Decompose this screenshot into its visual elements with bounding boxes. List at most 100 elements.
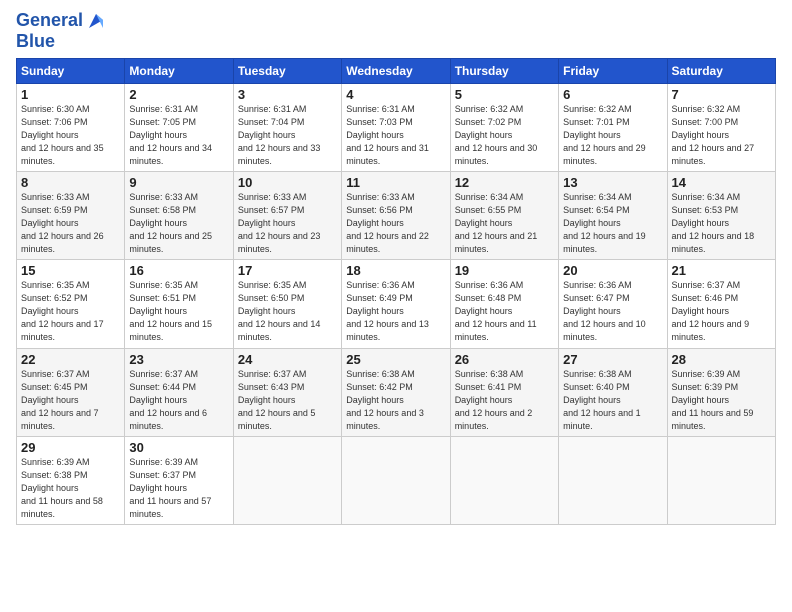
day-info: Sunrise: 6:33 AMSunset: 6:59 PMDaylight … bbox=[21, 192, 104, 254]
day-info: Sunrise: 6:31 AMSunset: 7:04 PMDaylight … bbox=[238, 104, 321, 166]
day-info: Sunrise: 6:31 AMSunset: 7:03 PMDaylight … bbox=[346, 104, 429, 166]
day-info: Sunrise: 6:34 AMSunset: 6:55 PMDaylight … bbox=[455, 192, 538, 254]
day-number: 12 bbox=[455, 175, 554, 190]
weekday-header-cell: Thursday bbox=[450, 58, 558, 83]
day-info: Sunrise: 6:33 AMSunset: 6:57 PMDaylight … bbox=[238, 192, 321, 254]
weekday-header-cell: Saturday bbox=[667, 58, 775, 83]
calendar-day-cell: 27 Sunrise: 6:38 AMSunset: 6:40 PMDaylig… bbox=[559, 348, 667, 436]
calendar-day-cell: 8 Sunrise: 6:33 AMSunset: 6:59 PMDayligh… bbox=[17, 172, 125, 260]
calendar-day-cell: 15 Sunrise: 6:35 AMSunset: 6:52 PMDaylig… bbox=[17, 260, 125, 348]
calendar-day-cell: 18 Sunrise: 6:36 AMSunset: 6:49 PMDaylig… bbox=[342, 260, 450, 348]
calendar-day-cell: 17 Sunrise: 6:35 AMSunset: 6:50 PMDaylig… bbox=[233, 260, 341, 348]
calendar-day-cell: 10 Sunrise: 6:33 AMSunset: 6:57 PMDaylig… bbox=[233, 172, 341, 260]
day-number: 25 bbox=[346, 352, 445, 367]
day-info: Sunrise: 6:37 AMSunset: 6:45 PMDaylight … bbox=[21, 369, 99, 431]
day-number: 1 bbox=[21, 87, 120, 102]
day-number: 9 bbox=[129, 175, 228, 190]
calendar-day-cell: 7 Sunrise: 6:32 AMSunset: 7:00 PMDayligh… bbox=[667, 83, 775, 171]
calendar-day-cell: 3 Sunrise: 6:31 AMSunset: 7:04 PMDayligh… bbox=[233, 83, 341, 171]
calendar-day-cell: 26 Sunrise: 6:38 AMSunset: 6:41 PMDaylig… bbox=[450, 348, 558, 436]
calendar-day-cell bbox=[342, 436, 450, 524]
calendar-day-cell: 12 Sunrise: 6:34 AMSunset: 6:55 PMDaylig… bbox=[450, 172, 558, 260]
day-info: Sunrise: 6:34 AMSunset: 6:54 PMDaylight … bbox=[563, 192, 646, 254]
page-header: General Blue bbox=[16, 10, 776, 52]
calendar-week-row: 8 Sunrise: 6:33 AMSunset: 6:59 PMDayligh… bbox=[17, 172, 776, 260]
calendar-week-row: 15 Sunrise: 6:35 AMSunset: 6:52 PMDaylig… bbox=[17, 260, 776, 348]
day-number: 6 bbox=[563, 87, 662, 102]
calendar-day-cell: 30 Sunrise: 6:39 AMSunset: 6:37 PMDaylig… bbox=[125, 436, 233, 524]
weekday-header-cell: Tuesday bbox=[233, 58, 341, 83]
day-number: 8 bbox=[21, 175, 120, 190]
calendar-day-cell: 1 Sunrise: 6:30 AMSunset: 7:06 PMDayligh… bbox=[17, 83, 125, 171]
calendar-day-cell bbox=[233, 436, 341, 524]
calendar-day-cell: 9 Sunrise: 6:33 AMSunset: 6:58 PMDayligh… bbox=[125, 172, 233, 260]
day-info: Sunrise: 6:32 AMSunset: 7:01 PMDaylight … bbox=[563, 104, 646, 166]
day-info: Sunrise: 6:37 AMSunset: 6:46 PMDaylight … bbox=[672, 280, 750, 342]
weekday-header-cell: Monday bbox=[125, 58, 233, 83]
day-info: Sunrise: 6:30 AMSunset: 7:06 PMDaylight … bbox=[21, 104, 104, 166]
calendar-table: SundayMondayTuesdayWednesdayThursdayFrid… bbox=[16, 58, 776, 525]
weekday-header-cell: Friday bbox=[559, 58, 667, 83]
day-number: 5 bbox=[455, 87, 554, 102]
calendar-body: 1 Sunrise: 6:30 AMSunset: 7:06 PMDayligh… bbox=[17, 83, 776, 524]
calendar-week-row: 1 Sunrise: 6:30 AMSunset: 7:06 PMDayligh… bbox=[17, 83, 776, 171]
day-number: 18 bbox=[346, 263, 445, 278]
day-info: Sunrise: 6:39 AMSunset: 6:39 PMDaylight … bbox=[672, 369, 754, 431]
calendar-day-cell: 25 Sunrise: 6:38 AMSunset: 6:42 PMDaylig… bbox=[342, 348, 450, 436]
day-number: 27 bbox=[563, 352, 662, 367]
calendar-day-cell: 29 Sunrise: 6:39 AMSunset: 6:38 PMDaylig… bbox=[17, 436, 125, 524]
calendar-day-cell bbox=[450, 436, 558, 524]
calendar-week-row: 22 Sunrise: 6:37 AMSunset: 6:45 PMDaylig… bbox=[17, 348, 776, 436]
day-number: 13 bbox=[563, 175, 662, 190]
calendar-day-cell: 24 Sunrise: 6:37 AMSunset: 6:43 PMDaylig… bbox=[233, 348, 341, 436]
calendar-day-cell: 20 Sunrise: 6:36 AMSunset: 6:47 PMDaylig… bbox=[559, 260, 667, 348]
day-number: 3 bbox=[238, 87, 337, 102]
logo-icon bbox=[85, 10, 107, 32]
day-info: Sunrise: 6:35 AMSunset: 6:52 PMDaylight … bbox=[21, 280, 104, 342]
day-number: 30 bbox=[129, 440, 228, 455]
calendar-day-cell: 13 Sunrise: 6:34 AMSunset: 6:54 PMDaylig… bbox=[559, 172, 667, 260]
day-info: Sunrise: 6:39 AMSunset: 6:38 PMDaylight … bbox=[21, 457, 103, 519]
day-number: 4 bbox=[346, 87, 445, 102]
calendar-day-cell: 21 Sunrise: 6:37 AMSunset: 6:46 PMDaylig… bbox=[667, 260, 775, 348]
logo-text: General bbox=[16, 11, 83, 31]
calendar-day-cell bbox=[559, 436, 667, 524]
weekday-header-row: SundayMondayTuesdayWednesdayThursdayFrid… bbox=[17, 58, 776, 83]
day-number: 28 bbox=[672, 352, 771, 367]
day-number: 22 bbox=[21, 352, 120, 367]
calendar-day-cell bbox=[667, 436, 775, 524]
day-info: Sunrise: 6:36 AMSunset: 6:49 PMDaylight … bbox=[346, 280, 429, 342]
day-info: Sunrise: 6:32 AMSunset: 7:02 PMDaylight … bbox=[455, 104, 538, 166]
day-number: 19 bbox=[455, 263, 554, 278]
day-info: Sunrise: 6:37 AMSunset: 6:44 PMDaylight … bbox=[129, 369, 207, 431]
day-info: Sunrise: 6:37 AMSunset: 6:43 PMDaylight … bbox=[238, 369, 316, 431]
day-info: Sunrise: 6:36 AMSunset: 6:47 PMDaylight … bbox=[563, 280, 646, 342]
calendar-day-cell: 6 Sunrise: 6:32 AMSunset: 7:01 PMDayligh… bbox=[559, 83, 667, 171]
day-number: 16 bbox=[129, 263, 228, 278]
day-info: Sunrise: 6:35 AMSunset: 6:50 PMDaylight … bbox=[238, 280, 321, 342]
calendar-day-cell: 28 Sunrise: 6:39 AMSunset: 6:39 PMDaylig… bbox=[667, 348, 775, 436]
calendar-day-cell: 22 Sunrise: 6:37 AMSunset: 6:45 PMDaylig… bbox=[17, 348, 125, 436]
weekday-header-cell: Wednesday bbox=[342, 58, 450, 83]
day-number: 11 bbox=[346, 175, 445, 190]
calendar-week-row: 29 Sunrise: 6:39 AMSunset: 6:38 PMDaylig… bbox=[17, 436, 776, 524]
day-number: 26 bbox=[455, 352, 554, 367]
day-info: Sunrise: 6:39 AMSunset: 6:37 PMDaylight … bbox=[129, 457, 211, 519]
logo-text2: Blue bbox=[16, 32, 107, 52]
day-number: 29 bbox=[21, 440, 120, 455]
page-container: General Blue SundayMondayTuesdayWednesda… bbox=[0, 0, 792, 535]
calendar-day-cell: 14 Sunrise: 6:34 AMSunset: 6:53 PMDaylig… bbox=[667, 172, 775, 260]
day-info: Sunrise: 6:31 AMSunset: 7:05 PMDaylight … bbox=[129, 104, 212, 166]
calendar-day-cell: 23 Sunrise: 6:37 AMSunset: 6:44 PMDaylig… bbox=[125, 348, 233, 436]
calendar-day-cell: 11 Sunrise: 6:33 AMSunset: 6:56 PMDaylig… bbox=[342, 172, 450, 260]
day-info: Sunrise: 6:33 AMSunset: 6:58 PMDaylight … bbox=[129, 192, 212, 254]
calendar-day-cell: 19 Sunrise: 6:36 AMSunset: 6:48 PMDaylig… bbox=[450, 260, 558, 348]
day-number: 7 bbox=[672, 87, 771, 102]
day-number: 14 bbox=[672, 175, 771, 190]
logo: General Blue bbox=[16, 10, 107, 52]
day-number: 20 bbox=[563, 263, 662, 278]
day-info: Sunrise: 6:36 AMSunset: 6:48 PMDaylight … bbox=[455, 280, 537, 342]
day-number: 15 bbox=[21, 263, 120, 278]
day-info: Sunrise: 6:38 AMSunset: 6:42 PMDaylight … bbox=[346, 369, 424, 431]
day-info: Sunrise: 6:34 AMSunset: 6:53 PMDaylight … bbox=[672, 192, 755, 254]
